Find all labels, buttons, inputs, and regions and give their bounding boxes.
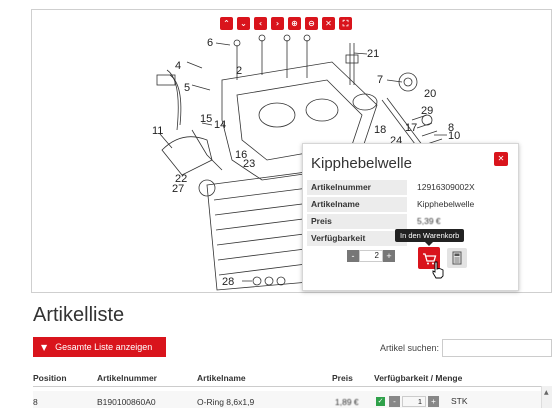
table-header-divider: [33, 386, 541, 387]
field-label: Artikelnummer: [307, 180, 407, 195]
move-left-button[interactable]: ‹: [254, 17, 267, 30]
show-full-list-button[interactable]: ▼ Gesamte Liste anzeigen: [33, 337, 166, 357]
calculator-button[interactable]: [447, 248, 467, 268]
svg-text:28: 28: [222, 276, 234, 288]
quantity-decrease-button[interactable]: -: [347, 250, 359, 262]
article-list-title: Artikelliste: [33, 304, 125, 326]
move-up-icon: ⌃: [223, 19, 230, 28]
move-down-button[interactable]: ⌄: [237, 17, 250, 30]
column-header-artikelname: Artikelname: [197, 373, 246, 383]
scroll-up-icon[interactable]: ▲: [544, 389, 549, 396]
popup-field-artikelnummer: Artikelnummer 12916309002X: [305, 180, 517, 195]
svg-text:11: 11: [152, 125, 163, 137]
fullscreen-button[interactable]: ⛶: [339, 17, 352, 30]
svg-text:7: 7: [377, 74, 383, 86]
field-label: Verfügbarkeit: [307, 231, 407, 246]
move-down-icon: ⌄: [240, 19, 247, 28]
calculator-icon: [452, 251, 462, 265]
svg-text:15: 15: [200, 113, 212, 125]
svg-text:14: 14: [214, 119, 226, 131]
reset-button[interactable]: ✕: [322, 17, 335, 30]
popup-title: Kipphebelwelle: [311, 155, 412, 172]
show-full-list-label: Gesamte Liste anzeigen: [55, 342, 153, 352]
field-value: 5,39 €: [417, 216, 441, 226]
quantity-input[interactable]: 2: [359, 250, 383, 262]
hand-cursor-icon: [432, 261, 444, 279]
svg-text:17: 17: [405, 122, 417, 134]
field-value: Kipphebelwelle: [417, 199, 475, 209]
cell-preis: 1,89 €: [335, 397, 359, 407]
cell-position: 8: [33, 397, 38, 407]
svg-text:18: 18: [374, 124, 386, 136]
svg-text:6: 6: [207, 37, 213, 49]
cell-artikelname: O-Ring 8,6x1,9: [197, 397, 255, 407]
article-search-label: Artikel suchen:: [380, 343, 440, 353]
column-header-position: Position: [33, 373, 67, 383]
popup-field-artikelname: Artikelname Kipphebelwelle: [305, 197, 517, 212]
quantity-stepper: - 2 +: [347, 250, 395, 262]
row-quantity-increase-button[interactable]: +: [428, 396, 439, 407]
diagram-toolbar: ⌃ ⌄ ‹ › ⊕ ⊖ ✕ ⛶: [220, 17, 352, 30]
svg-text:23: 23: [243, 158, 255, 170]
field-value: 12916309002X: [417, 182, 475, 192]
move-left-icon: ‹: [258, 19, 263, 28]
chevron-down-icon: ▼: [41, 343, 48, 352]
zoom-in-button[interactable]: ⊕: [288, 17, 301, 30]
zoom-out-button[interactable]: ⊖: [305, 17, 318, 30]
cell-artikelnummer: B190100860A0: [97, 397, 156, 407]
cell-unit: STK: [451, 396, 468, 406]
availability-check-icon: ✓: [376, 397, 385, 406]
zoom-out-icon: ⊖: [308, 19, 315, 28]
move-up-button[interactable]: ⌃: [220, 17, 233, 30]
svg-text:4: 4: [175, 60, 181, 72]
column-header-artikelnummer: Artikelnummer: [97, 373, 157, 383]
svg-text:20: 20: [424, 88, 436, 100]
close-button[interactable]: ✕: [494, 152, 508, 166]
zoom-in-icon: ⊕: [291, 19, 298, 28]
reset-icon: ✕: [325, 19, 332, 28]
field-label: Artikelname: [307, 197, 407, 212]
popup-field-preis: Preis 5,39 €: [305, 214, 517, 229]
move-right-button[interactable]: ›: [271, 17, 284, 30]
article-popup: Kipphebelwelle ✕ Artikelnummer 129163090…: [302, 143, 519, 291]
move-right-icon: ›: [275, 19, 280, 28]
svg-text:10: 10: [448, 130, 460, 142]
table-scrollbar[interactable]: ▲: [541, 386, 552, 408]
svg-text:21: 21: [367, 48, 379, 60]
svg-text:2: 2: [236, 65, 242, 77]
row-quantity-input[interactable]: 1: [402, 396, 426, 407]
row-quantity-decrease-button[interactable]: -: [389, 396, 400, 407]
add-to-cart-tooltip: In den Warenkorb: [395, 229, 465, 246]
close-icon: ✕: [497, 154, 505, 163]
quantity-increase-button[interactable]: +: [383, 250, 395, 262]
svg-text:5: 5: [184, 82, 190, 94]
column-header-preis: Preis: [332, 373, 353, 383]
column-header-verfuegbarkeit-menge: Verfügbarkeit / Menge: [374, 373, 463, 383]
svg-text:29: 29: [421, 105, 433, 117]
svg-text:27: 27: [172, 183, 184, 195]
article-search-input[interactable]: [442, 339, 552, 357]
fullscreen-icon: ⛶: [342, 19, 349, 28]
field-label: Preis: [307, 214, 407, 229]
